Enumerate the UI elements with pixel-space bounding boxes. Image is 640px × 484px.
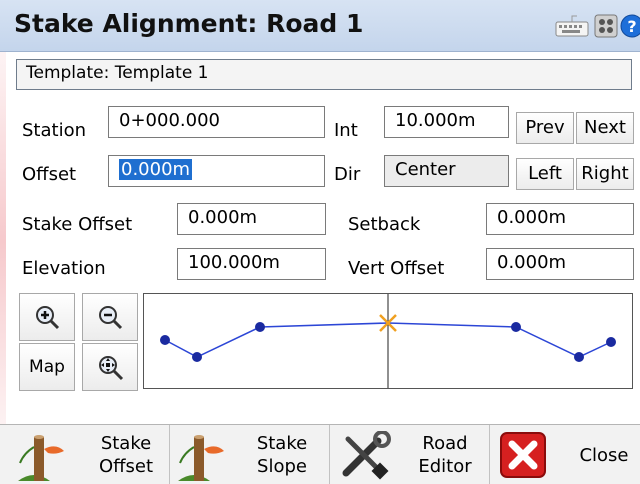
setback-label: Setback [348,214,421,235]
title-bar: Stake Alignment: Road 1 ? [0,0,640,52]
stake-offset-label: Stake Offset [22,214,133,235]
keyboard-icon[interactable] [555,14,589,42]
template-point [606,337,616,347]
close-button[interactable]: Close [490,425,640,484]
int-label: Int [334,120,358,141]
left-button[interactable]: Left [516,158,574,190]
bottom-toolbar: Stake Offset Stake Slope Road Editor Clo… [0,424,640,484]
dir-label: Dir [334,164,361,185]
help-icon[interactable]: ? [620,14,640,42]
stake-offset-button[interactable]: Stake Offset [0,425,170,484]
offset-value: 0.000m [119,159,193,180]
station-input[interactable]: 0+000.000 [108,106,325,138]
stake-slope-line2: Slope [257,456,307,477]
right-button[interactable]: Right [576,158,634,190]
offset-input[interactable]: 0.000m [108,155,325,187]
elevation-input[interactable]: 100.000m [177,248,326,280]
road-editor-line2: Editor [418,456,472,477]
vert-offset-label: Vert Offset [348,258,445,279]
elevation-label: Elevation [22,258,106,279]
stake-offset-line2: Offset [98,456,154,477]
template-point [160,335,170,345]
stake-offset-input[interactable]: 0.000m [177,203,326,235]
stake-slope-button[interactable]: Stake Slope [170,425,330,484]
template-point [574,352,584,362]
stake-slope-line1: Stake [256,433,308,454]
zoom-extents-icon [99,356,124,381]
zoom-out-icon [99,306,123,330]
prev-button[interactable]: Prev [516,112,574,144]
next-button[interactable]: Next [576,112,634,144]
template-display: Template: Template 1 [16,59,632,90]
zoom-extents-button[interactable] [82,343,138,391]
window-title: Stake Alignment: Road 1 [14,9,364,38]
vert-offset-input[interactable]: 0.000m [486,248,634,280]
zoom-out-button[interactable] [82,293,138,341]
template-point [511,322,521,332]
cross-section-view[interactable] [143,293,633,389]
setback-input[interactable]: 0.000m [486,203,634,235]
stake-icon [178,435,224,481]
stake-icon [18,435,64,481]
int-input[interactable]: 10.000m [384,106,509,138]
grid-icon[interactable] [594,14,618,42]
road-editor-button[interactable]: Road Editor [330,425,490,484]
dir-display: Center [384,155,509,187]
close-label: Close [579,445,629,466]
offset-label: Offset [22,164,77,185]
close-icon [500,432,546,478]
stake-offset-line1: Stake [100,433,152,454]
road-editor-line1: Road [422,433,468,454]
map-button[interactable]: Map [19,343,75,391]
tools-icon [342,431,391,480]
zoom-in-button[interactable] [19,293,75,341]
left-accent [0,0,6,484]
template-point [255,322,265,332]
station-label: Station [22,120,86,141]
svg-text:?: ? [627,17,636,36]
zoom-in-icon [36,306,60,330]
template-point [192,352,202,362]
